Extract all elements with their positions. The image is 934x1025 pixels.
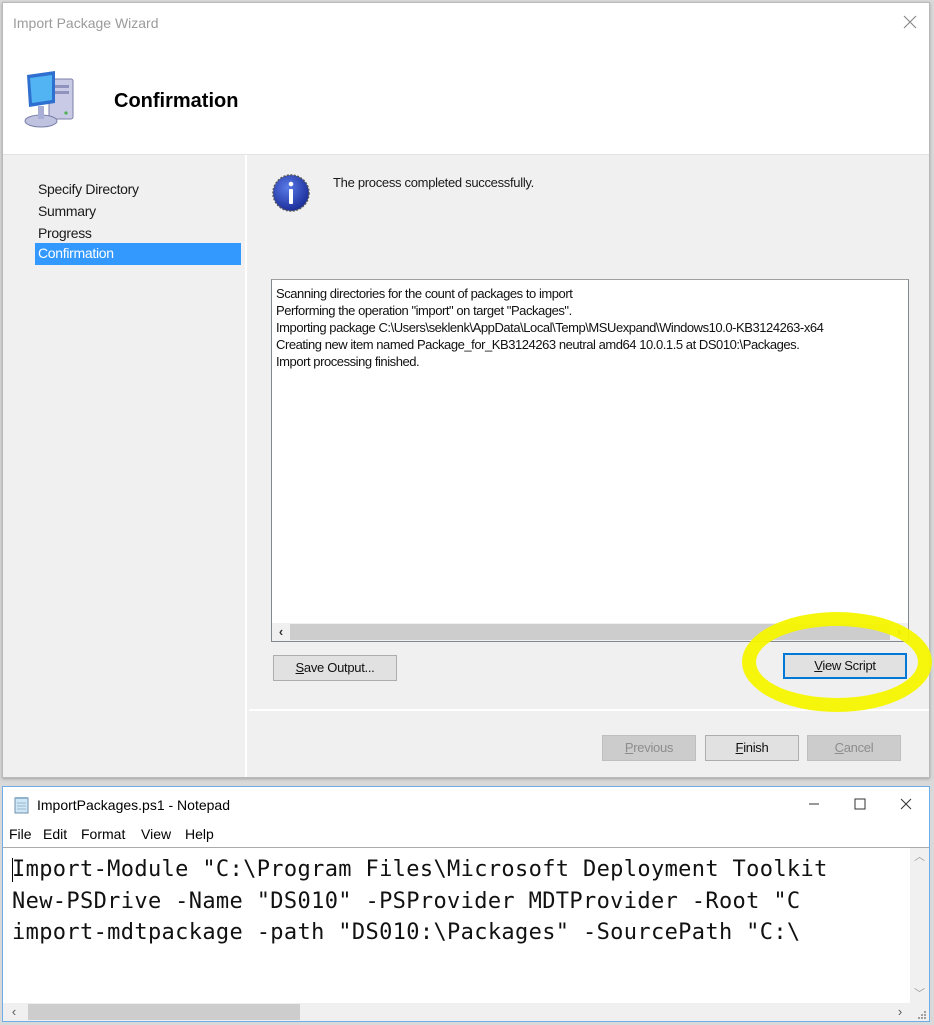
- horizontal-scrollbar[interactable]: ‹ ›: [3, 1003, 929, 1021]
- finish-button[interactable]: Finish: [705, 735, 799, 761]
- wizard-header: Confirmation: [3, 43, 929, 155]
- computer-icon: [19, 69, 87, 133]
- notepad-icon: [13, 796, 31, 814]
- divider: [249, 709, 929, 711]
- step-specify-directory[interactable]: Specify Directory: [35, 179, 241, 201]
- import-package-wizard-window: Import Package Wizard Confirmation Speci…: [2, 2, 930, 778]
- menu-edit[interactable]: Edit: [43, 826, 67, 842]
- scroll-down-icon[interactable]: ﹀: [910, 985, 929, 1003]
- button-label: ancel: [843, 740, 874, 755]
- wizard-content: The process completed successfully. Scan…: [249, 155, 929, 777]
- log-line: Scanning directories for the count of pa…: [276, 286, 573, 301]
- scroll-right-icon[interactable]: ›: [890, 623, 908, 641]
- button-label: revious: [633, 740, 674, 755]
- scrollbar-thumb[interactable]: [290, 624, 890, 640]
- scroll-left-icon[interactable]: ‹: [272, 623, 290, 641]
- wizard-title: Import Package Wizard: [13, 15, 159, 31]
- wizard-title-bar[interactable]: Import Package Wizard: [3, 3, 929, 43]
- notepad-title: ImportPackages.ps1 - Notepad: [37, 797, 230, 813]
- button-label: inish: [743, 740, 769, 755]
- button-label: ave Output...: [303, 660, 375, 675]
- step-summary[interactable]: Summary: [35, 201, 241, 223]
- info-icon: [271, 173, 311, 213]
- notepad-window: ImportPackages.ps1 - Notepad File Edit F…: [2, 786, 930, 1022]
- output-horizontal-scrollbar[interactable]: ‹ ›: [272, 623, 908, 641]
- menu-file[interactable]: File: [9, 826, 32, 842]
- script-line: import-mdtpackage -path "DS010:\Packages…: [12, 920, 801, 945]
- page-title: Confirmation: [114, 90, 239, 112]
- log-line: Importing package C:\Users\seklenk\AppDa…: [276, 320, 824, 335]
- maximize-icon[interactable]: [837, 787, 883, 821]
- previous-button[interactable]: Previous: [602, 735, 696, 761]
- mnemonic: C: [834, 740, 844, 755]
- log-line: Import processing finished.: [276, 354, 420, 369]
- scroll-right-icon[interactable]: ›: [891, 1003, 909, 1021]
- output-log[interactable]: Scanning directories for the count of pa…: [271, 279, 909, 642]
- script-line: New-PSDrive -Name "DS010" -PSProvider MD…: [12, 888, 801, 914]
- close-icon[interactable]: [901, 13, 919, 31]
- log-line: Performing the operation "import" on tar…: [276, 303, 572, 318]
- resize-grip-icon[interactable]: [915, 1007, 927, 1019]
- scroll-left-icon[interactable]: ‹: [5, 1003, 23, 1021]
- status-message: The process completed successfully.: [333, 175, 534, 190]
- vertical-scrollbar[interactable]: ︿ ﹀: [910, 848, 929, 1003]
- cancel-button[interactable]: Cancel: [807, 735, 901, 761]
- menu-help[interactable]: Help: [185, 826, 214, 842]
- mnemonic: S: [295, 660, 305, 675]
- menu-format[interactable]: Format: [81, 826, 125, 842]
- log-line: Creating new item named Package_for_KB31…: [276, 337, 800, 352]
- save-output-button[interactable]: Save Output...: [273, 655, 397, 681]
- scroll-up-icon[interactable]: ︿: [910, 848, 929, 866]
- wizard-step-list: Specify Directory Summary Progress Confi…: [3, 155, 247, 777]
- menu-bar: File Edit Format View Help: [3, 821, 929, 847]
- script-line: Import-Module "C:\Program Files\Microsof…: [12, 857, 828, 882]
- close-icon[interactable]: [883, 787, 929, 821]
- view-script-button[interactable]: View Script: [783, 653, 907, 679]
- step-confirmation[interactable]: Confirmation: [35, 243, 241, 265]
- notepad-title-bar[interactable]: ImportPackages.ps1 - Notepad: [3, 787, 929, 821]
- button-label: iew Script: [822, 658, 876, 673]
- minimize-icon[interactable]: [791, 787, 837, 821]
- menu-view[interactable]: View: [141, 826, 171, 842]
- text-editor-area[interactable]: Import-Module "C:\Program Files\Microsof…: [3, 847, 929, 1021]
- step-progress[interactable]: Progress: [35, 223, 241, 245]
- scrollbar-thumb[interactable]: [28, 1004, 300, 1020]
